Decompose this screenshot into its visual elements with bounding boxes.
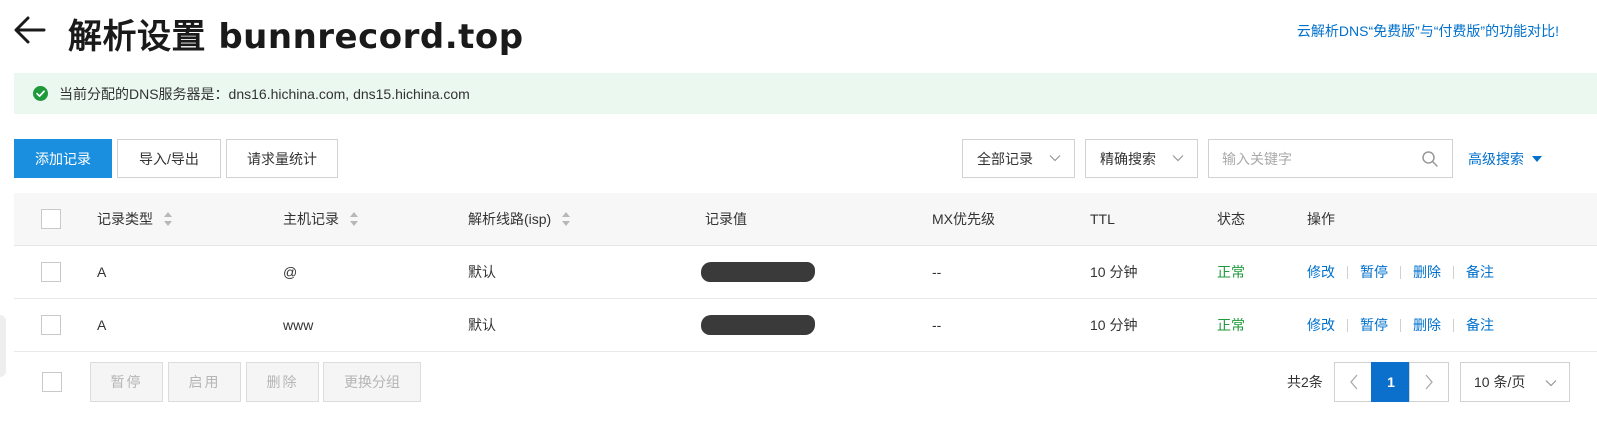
bulk-enable-button[interactable]: 启用 <box>168 362 241 402</box>
dns-server-notice: 当前分配的DNS服务器是：dns16.hichina.com, dns15.hi… <box>14 73 1597 114</box>
pause-link[interactable]: 暂停 <box>1360 315 1388 335</box>
column-header-line: 解析线路(isp) <box>468 211 552 227</box>
page-number-button[interactable]: 1 <box>1371 362 1411 402</box>
record-filter-select[interactable]: 全部记录 <box>962 139 1075 178</box>
host-record: @ <box>283 264 298 280</box>
divider <box>1453 265 1454 279</box>
divider <box>1400 265 1401 279</box>
sort-icon[interactable] <box>561 211 571 227</box>
table-row: A www 默认 -- 10 分钟 正常 修改 暂停 删除 备注 <box>14 299 1597 352</box>
request-stats-button[interactable]: 请求量统计 <box>226 139 338 178</box>
select-all-checkbox[interactable] <box>41 209 61 229</box>
table-header: 记录类型 主机记录 解析线路(isp) 记录值 MX优先级 TTL 状态 操作 <box>14 193 1597 246</box>
record-type: A <box>97 264 107 280</box>
keyword-search-box <box>1208 139 1453 178</box>
import-export-button[interactable]: 导入/导出 <box>117 139 221 178</box>
delete-link[interactable]: 删除 <box>1413 262 1441 282</box>
record-toolbar: 添加记录 导入/导出 请求量统计 全部记录 精确搜索 高级搜索 <box>14 139 1597 178</box>
column-header-status: 状态 <box>1217 211 1245 227</box>
edit-link[interactable]: 修改 <box>1307 262 1335 282</box>
search-icon[interactable] <box>1421 150 1439 168</box>
column-header-host: 主机记录 <box>283 211 339 227</box>
status-badge: 正常 <box>1217 317 1245 333</box>
chevron-down-icon <box>1172 155 1184 162</box>
resolution-line: 默认 <box>468 317 496 333</box>
redacted-record-value <box>701 262 815 282</box>
total-count: 共2条 <box>1287 374 1323 390</box>
next-page-button[interactable] <box>1409 362 1449 402</box>
divider <box>1453 318 1454 332</box>
pause-link[interactable]: 暂停 <box>1360 262 1388 282</box>
mx-priority: -- <box>932 264 942 280</box>
row-actions: 修改 暂停 删除 备注 <box>1307 246 1494 298</box>
table-footer: 暂停 启用 删除 更换分组 共2条 1 10 条/页 <box>14 353 1597 425</box>
success-check-icon <box>33 86 48 101</box>
advanced-search-toggle[interactable]: 高级搜索 <box>1468 139 1542 178</box>
edit-link[interactable]: 修改 <box>1307 315 1335 335</box>
remark-link[interactable]: 备注 <box>1466 262 1494 282</box>
chevron-left-icon <box>1350 374 1358 390</box>
record-type: A <box>97 317 107 333</box>
dns-records-table: 记录类型 主机记录 解析线路(isp) 记录值 MX优先级 TTL 状态 操作 … <box>14 193 1597 352</box>
page-size-value: 10 条/页 <box>1474 374 1526 390</box>
redacted-record-value <box>701 315 815 335</box>
row-checkbox[interactable] <box>41 262 61 282</box>
keyword-search-input[interactable] <box>1209 140 1409 177</box>
search-mode-value: 精确搜索 <box>1100 150 1156 167</box>
sort-icon[interactable] <box>163 211 173 227</box>
back-arrow-icon[interactable] <box>12 12 48 48</box>
column-header-value: 记录值 <box>705 211 747 227</box>
notice-text: 当前分配的DNS服务器是：dns16.hichina.com, dns15.hi… <box>59 85 470 102</box>
add-record-button[interactable]: 添加记录 <box>14 139 112 178</box>
resolution-line: 默认 <box>468 264 496 280</box>
divider <box>1347 265 1348 279</box>
prev-page-button[interactable] <box>1334 362 1374 402</box>
ttl-value: 10 分钟 <box>1090 264 1138 280</box>
advanced-search-label: 高级搜索 <box>1468 150 1524 167</box>
column-header-ttl: TTL <box>1090 211 1115 227</box>
bulk-pause-button[interactable]: 暂停 <box>90 362 163 402</box>
chevron-down-icon <box>1049 155 1061 162</box>
page-header: 解析设置 bunnrecord.top 云解析DNS“免费版”与“付费版”的功能… <box>0 0 1597 66</box>
chevron-down-icon <box>1545 380 1557 387</box>
remark-link[interactable]: 备注 <box>1466 315 1494 335</box>
column-header-type: 记录类型 <box>97 211 153 227</box>
record-filter-value: 全部记录 <box>977 150 1033 167</box>
table-row: A @ 默认 -- 10 分钟 正常 修改 暂停 删除 备注 <box>14 246 1597 299</box>
column-header-actions: 操作 <box>1307 211 1335 227</box>
page-title: 解析设置 bunnrecord.top <box>68 17 524 57</box>
divider <box>1347 318 1348 332</box>
search-mode-select[interactable]: 精确搜索 <box>1085 139 1198 178</box>
bulk-change-group-button[interactable]: 更换分组 <box>323 362 421 402</box>
chevron-right-icon <box>1425 374 1433 390</box>
bulk-delete-button[interactable]: 删除 <box>246 362 319 402</box>
side-drawer-handle[interactable] <box>0 315 6 377</box>
page-size-select[interactable]: 10 条/页 <box>1460 362 1570 402</box>
delete-link[interactable]: 删除 <box>1413 315 1441 335</box>
version-compare-link[interactable]: 云解析DNS“免费版”与“付费版”的功能对比! <box>1297 21 1559 41</box>
host-record: www <box>283 317 314 333</box>
bulk-select-checkbox[interactable] <box>42 372 62 392</box>
column-header-mx: MX优先级 <box>932 211 995 227</box>
ttl-value: 10 分钟 <box>1090 317 1138 333</box>
divider <box>1400 318 1401 332</box>
caret-down-icon <box>1532 155 1542 162</box>
row-actions: 修改 暂停 删除 备注 <box>1307 299 1494 351</box>
mx-priority: -- <box>932 317 942 333</box>
row-checkbox[interactable] <box>41 315 61 335</box>
status-badge: 正常 <box>1217 264 1245 280</box>
sort-icon[interactable] <box>349 211 359 227</box>
